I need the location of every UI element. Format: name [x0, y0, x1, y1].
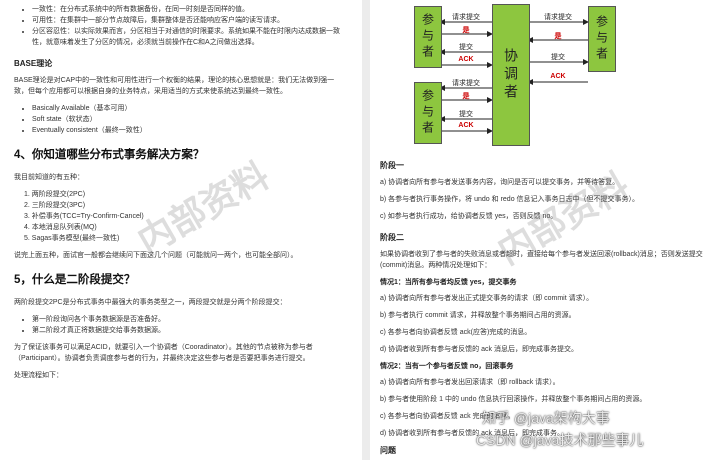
- q5-intro: 两阶段提交2PC是分布式事务中最强大的事务类型之一，两段提交就是分两个阶段提交：: [14, 299, 287, 306]
- list-item: 可用性：在集群中一部分节点故障后，集群整体是否还能响应客户端的读写请求。: [32, 15, 348, 26]
- arrow-label: 请求提交: [544, 14, 572, 21]
- q5-paragraph: 为了保证该事务可以满足ACID，就要引入一个协调者（Cooradinator）。…: [14, 344, 313, 362]
- q4-intro: 我目前知道的有五种：: [14, 174, 84, 181]
- coordinator-box: 协调者: [492, 4, 530, 146]
- arrow-label: 是: [554, 33, 562, 40]
- q4-heading: 4、你知道哪些分布式事务解决方案？: [14, 149, 205, 161]
- list-item: 3. 补偿事务(TCC=Try-Confirm-Cancel): [24, 213, 144, 220]
- list-item: b) 参与者执行 commit 请求，并释放整个事务期间占用的资源。: [380, 312, 576, 319]
- list-item: b) 各参与者执行事务操作，将 undo 和 redo 信息记入事务日志中（但不…: [380, 196, 640, 203]
- list-item: c) 各参与者向协调者反馈 ack(应答)完成的消息。: [380, 329, 532, 336]
- arrow-label: 是: [462, 27, 470, 34]
- q5-heading: 5，什么是二阶段提交？: [14, 274, 136, 286]
- list-item: 第一阶段询问各个事务数据源是否准备好。: [32, 314, 348, 325]
- list-item: 2. 三阶段提交(3PC): [24, 202, 86, 209]
- phase2-intro: 如果协调者收到了参与者的失败消息或者超时，直接给每个参与者发送回滚(rollba…: [380, 251, 703, 269]
- base-heading: BASE理论: [14, 59, 53, 68]
- list-item: 一致性：在分布式系统中的所有数据备份，在同一时刻是否同样的值。: [32, 4, 348, 15]
- arrow-label: 提交: [459, 44, 473, 51]
- arrow-label: 请求提交: [452, 14, 480, 21]
- participant-box: 参与者: [588, 6, 616, 72]
- participant-box: 参与者: [414, 6, 442, 68]
- q5-bullet-list: 第一阶段询问各个事务数据源是否准备好。 第二阶段才真正将数据提交给事务数据源。: [14, 314, 348, 336]
- arrow-label: ACK: [458, 122, 474, 129]
- arrow-label: ACK: [458, 56, 474, 63]
- list-item: 5. Sagas事务模型(最终一致性): [24, 235, 120, 242]
- list-item: Soft state（软状态）: [32, 114, 348, 125]
- participant-box: 参与者: [414, 82, 442, 144]
- cap-bullet-list: 一致性：在分布式系统中的所有数据备份，在同一时刻是否同样的值。 可用性：在集群中…: [14, 4, 348, 48]
- right-page: 参与者 参与者 协调者 参与者 请求提交 是 提交 ACK 请求提交 是 提交 …: [370, 0, 720, 460]
- list-item: b) 参与者使用阶段 1 中的 undo 信息执行回滚操作，并释放整个事务期间占…: [380, 396, 647, 403]
- base-paragraph: BASE理论是对CAP中的一致性和可用性进行一个权衡的结果，理论的核心思想就是：…: [14, 77, 335, 95]
- list-item: 1. 两阶段提交(2PC): [24, 191, 86, 198]
- list-item: Eventually consistent（最终一致性）: [32, 125, 348, 136]
- phase1-heading: 阶段一: [380, 161, 404, 170]
- watermark-footer: 知乎 @java架构大事: [482, 410, 610, 426]
- q4-list: 1. 两阶段提交(2PC) 2. 三阶段提交(3PC) 3. 补偿事务(TCC=…: [14, 189, 348, 244]
- list-item: c) 如参与者执行成功，给协调者反馈 yes，否则反馈 no。: [380, 213, 558, 220]
- phase2-heading: 阶段二: [380, 233, 404, 242]
- list-item: a) 协调者向所有参与者发送事务内容，询问是否可以提交事务，并等待答复。: [380, 179, 620, 186]
- base-bullet-list: Basically Available（基本可用） Soft state（软状态…: [14, 103, 348, 136]
- two-phase-commit-diagram: 参与者 参与者 协调者 参与者 请求提交 是 提交 ACK 请求提交 是 提交 …: [392, 2, 682, 154]
- watermark-footer: CSDN @java技术那些事儿: [476, 432, 644, 448]
- list-item: a) 协调者向所有参与者发出回滚请求（即 rollback 请求）。: [380, 379, 560, 386]
- arrow-label: 提交: [459, 111, 473, 118]
- arrow-label: 请求提交: [452, 80, 480, 87]
- q5-flow-label: 处理流程如下：: [14, 372, 63, 379]
- list-item: a) 协调者向所有参与者发出正式提交事务的请求（即 commit 请求）。: [380, 295, 594, 302]
- arrow-label: 是: [462, 93, 470, 100]
- list-item: d) 协调者收到所有参与者反馈的 ack 消息后，即完成事务提交。: [380, 346, 578, 353]
- list-item: 4. 本地消息队列表(MQ): [24, 224, 97, 231]
- list-item: 第二阶段才真正将数据提交给事务数据源。: [32, 325, 348, 336]
- case1-heading: 情况1：当所有参与者均反馈 yes，提交事务: [380, 279, 517, 286]
- arrow-label: ACK: [550, 73, 566, 80]
- case2-heading: 情况2：当有一个参与者反馈 no，回滚事务: [380, 363, 514, 370]
- left-page: 一致性：在分布式系统中的所有数据备份，在同一时刻是否同样的值。 可用性：在集群中…: [0, 0, 362, 460]
- q4-outro: 说完上面五种，面试官一般都会继续问下面这几个问题（可能就问一两个，也可能全部问）…: [14, 252, 298, 259]
- arrow-label: 提交: [551, 54, 565, 61]
- list-item: Basically Available（基本可用）: [32, 103, 348, 114]
- list-item: 分区容忍性：以实际效果而言，分区相当于对通信的时限要求。系统如果不能在时限内达成…: [32, 26, 348, 48]
